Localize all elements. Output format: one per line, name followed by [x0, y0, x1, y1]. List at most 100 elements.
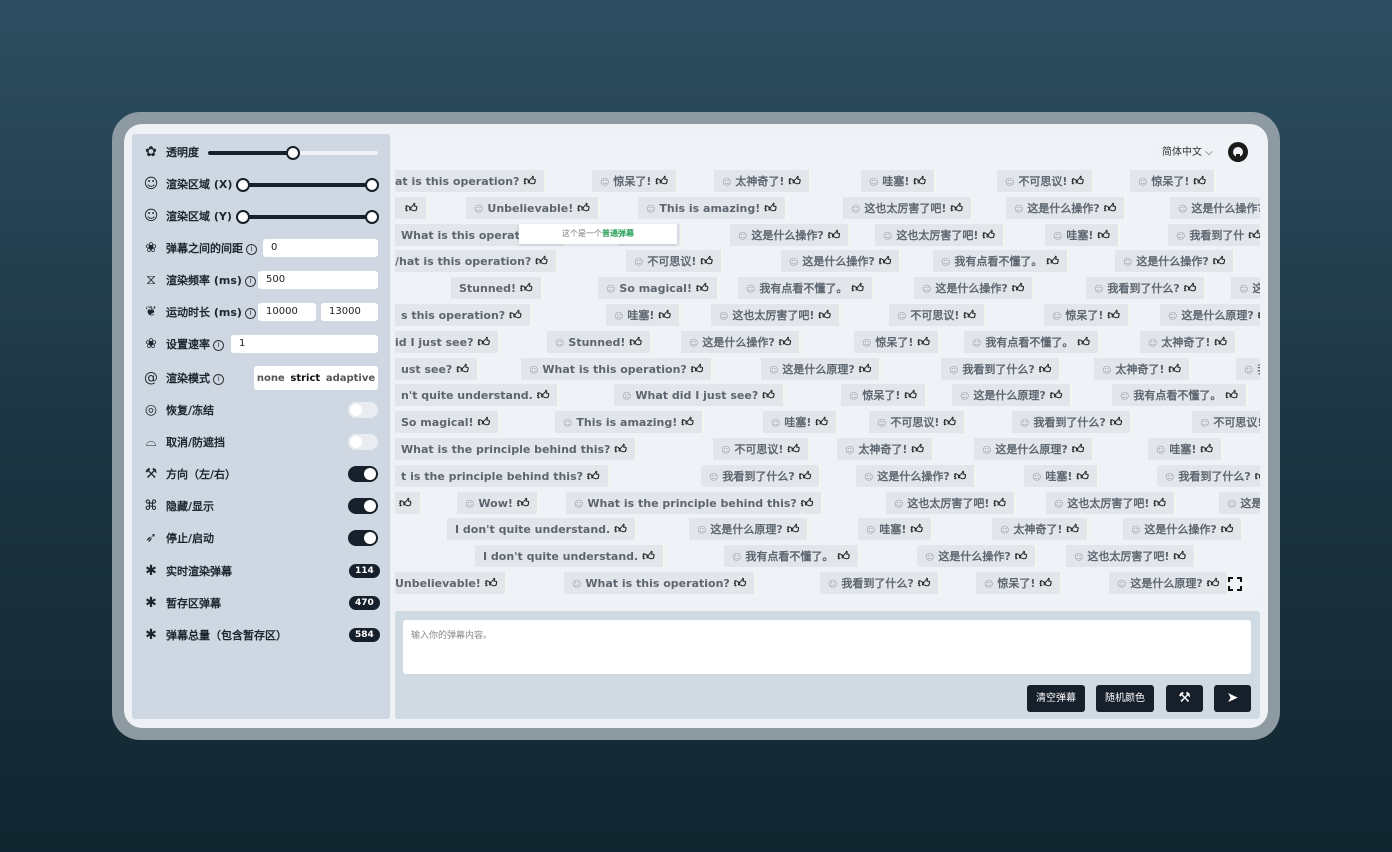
thumbs-up-icon[interactable]: 👍︎ — [1258, 304, 1260, 326]
danmaku-item[interactable]: ☺不可思议!👍︎ — [869, 411, 966, 434]
danmaku-item[interactable]: ☺我看到了什么? 👍︎ — [1086, 277, 1207, 300]
area-x-thumb-end[interactable] — [365, 178, 379, 192]
danmaku-item[interactable]: ☺ 这也太厉害了吧! 👍︎ — [711, 304, 841, 326]
danmaku-item[interactable]: ☺这是什么操作?👍︎ — [856, 464, 977, 487]
thumbs-up-icon[interactable]: 👍︎ — [963, 304, 976, 326]
danmaku-item[interactable]: ☺我有点看不懂了。👍︎ — [738, 277, 874, 300]
thumbs-up-icon[interactable]: 👍︎ — [1097, 224, 1110, 246]
danmaku-item[interactable]: ☺我看到了什么? 👍︎ — [820, 572, 941, 594]
thumbs-up-icon[interactable]: 👍︎ — [815, 411, 828, 433]
thumbs-up-icon[interactable]: 👍︎ — [1213, 250, 1226, 272]
danmaku-item[interactable]: ☺ What is this operation? 👍︎ — [564, 572, 757, 594]
thumbs-up-icon[interactable]: 👍︎ — [1050, 384, 1063, 406]
danmaku-item[interactable]: ☺我有点看不懂了。👍︎ — [724, 545, 860, 568]
thumbs-up-icon[interactable]: 👍︎ — [982, 224, 995, 246]
thumbs-up-icon[interactable]: 👍︎ — [764, 197, 777, 219]
thumbs-up-icon[interactable]: 👍︎ — [517, 492, 530, 514]
danmaku-item[interactable]: ☺ 惊呆了! 👍︎ — [854, 330, 940, 353]
direction-toggle[interactable] — [348, 466, 378, 482]
danmaku-item[interactable]: ☺ 哇塞! 👍︎ — [606, 304, 681, 326]
danmaku-item[interactable]: ☺ 哇塞! 👍︎ — [1148, 438, 1223, 460]
thumbs-up-icon[interactable]: 👍︎ — [1071, 170, 1084, 192]
danmaku-item[interactable]: ☺ So magical! 👍︎ — [598, 277, 719, 300]
thumbs-up-icon[interactable]: 👍︎ — [788, 170, 801, 192]
thumbs-up-icon[interactable]: 👍︎ — [485, 572, 498, 594]
danmaku-item[interactable]: ☺这是什么操作?👍︎ — [781, 250, 902, 273]
duration-max-input[interactable]: 13000 — [321, 303, 378, 321]
danmaku-item[interactable]: ☺我有点看不懂了。👍︎ — [964, 330, 1100, 353]
thumbs-up-icon[interactable]: 👍︎ — [837, 545, 850, 567]
danmaku-item[interactable]: ☺ 哇塞! 👍︎ — [1024, 464, 1099, 487]
info-icon[interactable]: i — [213, 373, 224, 385]
thumbs-up-icon[interactable]: 👍︎ — [1173, 545, 1186, 567]
thumbs-up-icon[interactable]: 👍︎ — [520, 277, 533, 299]
danmaku-item[interactable]: t is the principle behind this? 👍︎ — [395, 464, 610, 487]
danmaku-item[interactable]: ☺我看到了什么? 👍︎ — [1012, 411, 1133, 434]
thumbs-up-icon[interactable]: 👍︎ — [1225, 384, 1238, 406]
thumbs-up-icon[interactable]: 👍︎ — [993, 492, 1006, 514]
danmaku-item[interactable]: s this operation? 👍︎ — [395, 304, 532, 326]
info-icon[interactable]: i — [244, 307, 256, 319]
thumbs-up-icon[interactable]: 👍︎ — [801, 492, 814, 514]
thumbs-up-icon[interactable]: 👍︎ — [1221, 518, 1234, 540]
thumbs-up-icon[interactable]: 👍︎ — [691, 358, 704, 380]
danmaku-item[interactable]: ☺ Stunned! 👍︎ — [547, 330, 652, 353]
rate-input[interactable]: 1 — [231, 335, 378, 353]
area-x-thumb-start[interactable] — [236, 178, 250, 192]
thumbs-up-icon[interactable]: 👍︎ — [954, 465, 967, 487]
area-y-thumb-end[interactable] — [365, 210, 379, 224]
thumbs-up-icon[interactable]: 👍︎ — [700, 250, 713, 272]
danmaku-item[interactable]: ☺这是什么操作?👍︎ — [1170, 196, 1260, 219]
thumbs-up-icon[interactable]: 👍︎ — [1184, 277, 1197, 299]
stop-toggle[interactable] — [348, 530, 378, 546]
danmaku-item[interactable]: ☺ 这也太厉害了吧! 👍︎ — [843, 196, 973, 219]
danmaku-item[interactable]: ☺这是什么操作?👍︎ — [730, 223, 851, 246]
opacity-slider-thumb[interactable] — [286, 146, 300, 160]
thumbs-up-icon[interactable]: 👍︎ — [787, 438, 800, 460]
thumbs-up-icon[interactable]: 👍︎ — [478, 411, 491, 433]
thumbs-up-icon[interactable]: 👍︎ — [1072, 438, 1085, 460]
fullscreen-icon[interactable] — [1228, 577, 1242, 591]
danmaku-item[interactable]: id I just see? 👍︎ — [395, 330, 501, 353]
danmaku-item[interactable]: ☺这也太厉👍︎ — [1231, 277, 1260, 300]
danmaku-item[interactable]: ☺我有点看不懂了。👍︎ — [1112, 384, 1248, 407]
thumbs-up-icon[interactable]: 👍︎ — [910, 518, 923, 540]
danmaku-item[interactable]: ☺ 惊呆了! 👍︎ — [841, 384, 927, 407]
danmaku-item[interactable]: ☺我看到了什么? 👍︎ — [701, 464, 822, 487]
danmaku-item[interactable]: ☺ 太神奇了! 👍︎ — [714, 170, 811, 192]
resume-toggle[interactable] — [348, 402, 378, 418]
thumbs-up-icon[interactable]: 👍︎ — [1107, 304, 1120, 326]
thumbs-up-icon[interactable]: 👍︎ — [1200, 438, 1213, 460]
danmaku-item[interactable]: I don't quite understand. 👍︎ — [447, 518, 637, 541]
thumbs-up-icon[interactable]: 👍︎ — [879, 250, 892, 272]
danmaku-item[interactable]: ☺ 太神奇了! 👍︎ — [1094, 357, 1191, 380]
danmaku-item[interactable]: ☺这是什么原理? 👍︎ — [689, 518, 810, 541]
gap-input[interactable]: 0 — [263, 239, 378, 257]
danmaku-item[interactable]: ☺ What is this operation? 👍︎ — [521, 357, 714, 380]
thumbs-up-icon[interactable]: 👍︎ — [614, 438, 627, 460]
danmaku-item[interactable]: ☺我有点看不懂了。👍︎ — [1236, 357, 1260, 380]
send-button[interactable]: ➤ — [1214, 685, 1251, 712]
thumbs-up-icon[interactable]: 👍︎ — [1076, 465, 1089, 487]
thumbs-up-icon[interactable]: 👍︎ — [509, 304, 522, 326]
thumbs-up-icon[interactable]: 👍︎ — [1207, 572, 1220, 594]
danmaku-item[interactable]: ☺我看到了什么? 👍︎ — [941, 357, 1062, 380]
thumbs-up-icon[interactable]: 👍︎ — [1248, 224, 1260, 246]
danmaku-item[interactable]: ☺不可思议!👍︎ — [997, 170, 1094, 192]
thumbs-up-icon[interactable]: 👍︎ — [642, 545, 655, 567]
area-y-slider-track[interactable] — [244, 215, 378, 219]
info-icon[interactable]: i — [246, 243, 257, 255]
thumbs-up-icon[interactable]: 👍︎ — [913, 170, 926, 192]
danmaku-item[interactable]: ☺ Unbelievable! 👍︎ — [466, 196, 600, 219]
danmaku-item[interactable]: ust see? 👍︎ — [395, 357, 479, 380]
thumbs-up-icon[interactable]: 👍︎ — [851, 277, 864, 299]
thumbs-up-icon[interactable]: 👍︎ — [787, 518, 800, 540]
thumbs-up-icon[interactable]: 👍︎ — [918, 572, 931, 594]
danmaku-item[interactable]: ☺ 太神奇了! 👍︎ — [837, 438, 934, 460]
danmaku-item[interactable]: ☺ 这也太厉害了吧! 👍︎ — [1046, 491, 1176, 514]
hide-toggle[interactable] — [348, 498, 378, 514]
danmaku-item[interactable]: ☺ 哇塞! 👍︎ — [861, 170, 936, 192]
opacity-slider-fill[interactable] — [208, 151, 292, 155]
danmaku-item[interactable]: ☺我有点看不懂了。👍︎ — [933, 250, 1069, 273]
mode-option-strict[interactable]: strict — [290, 373, 320, 384]
